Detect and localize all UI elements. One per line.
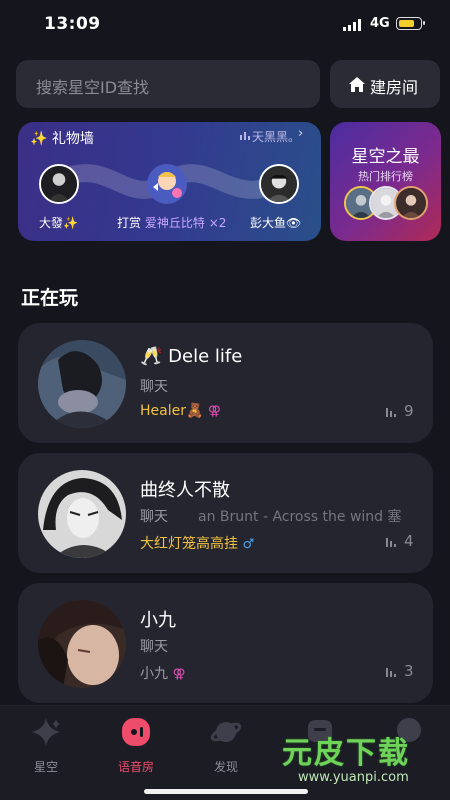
room-card[interactable]: 曲终人不散 聊天 an Brunt - Across the wind 塞 大红… xyxy=(18,453,433,573)
room-host: Healer🧸 ⚢ xyxy=(140,403,221,419)
online-count: 4 xyxy=(404,532,414,550)
host-name: 大红灯笼高高挂 xyxy=(140,536,238,552)
search-placeholder: 搜索星空ID查找 xyxy=(36,78,150,97)
room-card[interactable]: 小九 聊天 小九 ⚢ 3 xyxy=(18,583,433,703)
create-room-button[interactable]: 建房间 xyxy=(330,60,440,108)
chevron-right-icon: › xyxy=(298,126,304,141)
home-icon xyxy=(349,77,365,92)
status-bar: 13:09 4G xyxy=(0,0,450,50)
ranking-subtitle: 热门排行榜 xyxy=(358,170,413,183)
room-cover-image xyxy=(38,600,126,688)
status-time: 13:09 xyxy=(44,14,101,34)
room-name: 小九 xyxy=(140,610,176,631)
room-cover-image xyxy=(38,340,126,428)
room-type: 聊天 xyxy=(140,639,168,655)
rank-avatar-3 xyxy=(394,186,428,220)
home-indicator xyxy=(144,789,308,794)
room-type: 聊天 xyxy=(140,379,168,395)
tab-label: 星空 xyxy=(33,760,58,774)
sound-bars-icon xyxy=(240,132,250,140)
tab-label: 发现 xyxy=(213,760,238,774)
sender-name: 大發✨ xyxy=(39,216,78,230)
host-name: Healer🧸 xyxy=(140,403,204,419)
signal-icon xyxy=(343,19,361,31)
gift-action: 打赏 爱神丘比特 ×2 xyxy=(117,214,226,231)
host-name: 小九 xyxy=(140,666,168,682)
tab-voice-room[interactable]: 语音房 xyxy=(101,716,171,775)
ranking-card[interactable]: 星空之最 热门排行榜 xyxy=(330,122,441,241)
watermark-text: 元皮下载 xyxy=(282,736,410,771)
create-room-label: 建房间 xyxy=(370,78,419,97)
voice-room-icon xyxy=(122,718,150,746)
planet-icon xyxy=(210,722,242,742)
watermark-url: www.yuanpi.com xyxy=(298,770,409,785)
online-count-icon xyxy=(386,408,396,417)
gift-name: 爱神丘比特 xyxy=(144,216,205,230)
receiver-name: 彭大鱼👁 xyxy=(250,216,302,230)
sender-avatar[interactable] xyxy=(39,164,79,204)
action-prefix: 打赏 xyxy=(117,216,142,230)
room-cover-image xyxy=(38,470,126,558)
room-host: 小九 ⚢ xyxy=(140,663,186,683)
gift-wall-title: ✨ 礼物墙 xyxy=(30,128,94,148)
sparkle-icon: ✨ xyxy=(30,131,48,147)
room-host: 大红灯笼高高挂 ♂ xyxy=(140,533,254,553)
gift-wall-card[interactable]: ✨ 礼物墙 天黑黑。 › 大發✨ 打赏 爱神丘比特 ×2 彭大鱼👁 xyxy=(18,122,321,241)
watermark: 元皮下载 www.yuanpi.com xyxy=(282,728,410,785)
sparkle-tab-icon xyxy=(32,718,60,746)
gift-ticker-text: 天黑黑。 xyxy=(252,130,301,144)
gift-count: ×2 xyxy=(208,216,227,230)
section-title-playing: 正在玩 xyxy=(21,287,79,309)
online-count-icon xyxy=(386,538,396,547)
room-name: 曲终人不散 xyxy=(140,480,230,501)
battery-icon xyxy=(396,17,425,30)
tab-discover[interactable]: 发现 xyxy=(191,716,261,775)
female-icon: ⚢ xyxy=(172,667,186,682)
tab-xingkong[interactable]: 星空 xyxy=(11,716,81,775)
receiver-avatar[interactable] xyxy=(259,164,299,204)
online-count-icon xyxy=(386,668,396,677)
network-type: 4G xyxy=(370,16,390,31)
online-count: 9 xyxy=(404,402,414,420)
room-card[interactable]: 🥂 Dele life 聊天 Healer🧸 ⚢ 9 xyxy=(18,323,433,443)
female-icon: ⚢ xyxy=(207,404,221,419)
room-name: 🥂 Dele life xyxy=(140,346,243,367)
room-type: 聊天 xyxy=(140,509,168,525)
search-input[interactable]: 搜索星空ID查找 xyxy=(16,60,320,108)
tab-label: 语音房 xyxy=(117,760,154,774)
male-icon: ♂ xyxy=(242,537,255,552)
room-song: an Brunt - Across the wind 塞 xyxy=(198,509,402,525)
ranking-title: 星空之最 xyxy=(351,147,420,167)
cupid-gift-icon xyxy=(146,163,188,205)
gift-wall-title-text: 礼物墙 xyxy=(51,131,94,147)
online-count: 3 xyxy=(404,662,414,680)
